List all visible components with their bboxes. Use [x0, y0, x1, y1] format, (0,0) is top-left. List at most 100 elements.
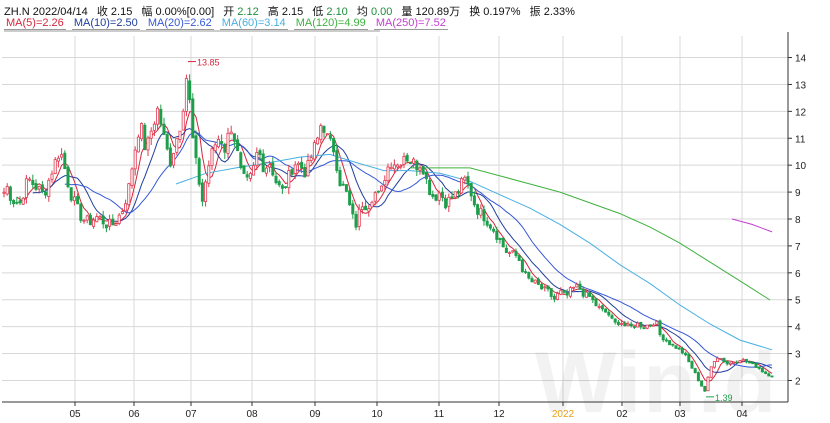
candle-body	[21, 197, 25, 205]
candle-body	[31, 179, 35, 185]
price-chart[interactable]: Win.d 13.851.39 23456789101112131405 06 07…	[0, 0, 830, 423]
candle-body	[226, 132, 230, 154]
y-tick-label: 13	[795, 80, 807, 91]
candle-body	[671, 343, 675, 346]
candle-body	[460, 178, 464, 194]
candle-body	[412, 158, 416, 164]
ma250-line	[731, 218, 773, 233]
candle-body	[82, 219, 86, 222]
candle-body	[530, 278, 534, 283]
candle-body	[767, 373, 771, 377]
candle-body	[76, 196, 80, 205]
candle-body	[504, 247, 508, 253]
candle-body	[136, 136, 140, 153]
candle-body	[770, 375, 774, 378]
candle-body	[559, 289, 563, 295]
candle-body	[546, 285, 550, 290]
candle-body	[543, 286, 547, 289]
candle-body	[15, 201, 19, 204]
candle-body	[501, 237, 505, 248]
candle-body	[344, 184, 348, 192]
candle-body	[300, 161, 304, 169]
candle-body	[303, 166, 307, 178]
candle-body	[735, 361, 739, 364]
candle-body	[626, 323, 630, 327]
candle-body	[239, 152, 243, 169]
candle-body	[69, 187, 73, 201]
x-tick-label: 11	[434, 409, 445, 420]
y-tick-label: 4	[795, 323, 801, 334]
candle-body	[101, 215, 105, 225]
candle-body	[178, 130, 182, 140]
candle-body	[357, 208, 361, 227]
candle-body	[175, 138, 179, 153]
candle-body	[613, 318, 617, 323]
candle-body	[5, 186, 9, 195]
candle-body	[674, 345, 678, 349]
candle-body	[444, 198, 448, 209]
candle-body	[607, 311, 611, 316]
candle-body	[306, 160, 310, 177]
candle-body	[588, 292, 592, 297]
candle-body	[700, 380, 704, 387]
candle-body	[370, 201, 374, 208]
candle-body	[309, 157, 313, 161]
candle-body	[655, 321, 659, 325]
candle-body	[268, 164, 272, 168]
candle-body	[757, 366, 761, 369]
y-tick-label: 11	[795, 134, 806, 145]
candle-body	[322, 125, 326, 133]
candle-body	[741, 359, 745, 362]
candle-body	[421, 166, 425, 175]
candle-body	[652, 324, 656, 327]
x-tick-label: 02	[616, 409, 628, 420]
candle-body	[274, 175, 278, 184]
candle-body	[188, 80, 192, 101]
candle-body	[213, 144, 217, 151]
candle-body	[511, 250, 515, 253]
candle-body	[738, 360, 742, 363]
candle-body	[396, 164, 400, 168]
candle-body	[325, 133, 329, 136]
candle-body	[60, 154, 64, 158]
candle-body	[725, 360, 729, 365]
candle-body	[159, 108, 163, 125]
candle-body	[668, 340, 672, 346]
candle-body	[66, 166, 70, 188]
candle-body	[389, 166, 393, 170]
candle-body	[584, 291, 588, 298]
candle-body	[280, 185, 284, 189]
candle-body	[156, 107, 160, 125]
y-tick-label: 2	[795, 376, 801, 387]
candle-body	[354, 213, 358, 228]
candle-body	[591, 295, 595, 301]
candle-body	[450, 196, 454, 199]
candle-body	[664, 339, 668, 342]
candle-body	[604, 308, 608, 313]
candle-body	[111, 218, 115, 226]
candle-body	[197, 158, 201, 185]
candle-body	[472, 195, 476, 206]
candle-body	[194, 135, 198, 159]
chart-window: ZH.N 2022/04/14 收 2.15 幅 0.00%[0.00] 开 2…	[0, 0, 830, 423]
candle-body	[447, 196, 451, 207]
candle-body	[133, 149, 137, 170]
candle-body	[149, 130, 153, 139]
candle-body	[751, 362, 755, 365]
candle-body	[706, 376, 710, 392]
candle-body	[632, 326, 636, 328]
candle-body	[258, 150, 262, 155]
candle-body	[597, 306, 601, 308]
x-tick-label: 06	[128, 409, 140, 420]
candle-body	[712, 360, 716, 368]
candle-body	[684, 352, 688, 356]
candle-body	[536, 278, 540, 285]
candle-body	[722, 357, 726, 363]
candle-body	[98, 216, 102, 219]
candle-body	[693, 368, 697, 374]
y-tick-label: 12	[795, 107, 807, 118]
x-tick-label: 10	[371, 409, 383, 420]
candle-body	[552, 295, 556, 300]
y-tick-label: 6	[795, 269, 801, 280]
x-tick-label: 09	[309, 409, 321, 420]
